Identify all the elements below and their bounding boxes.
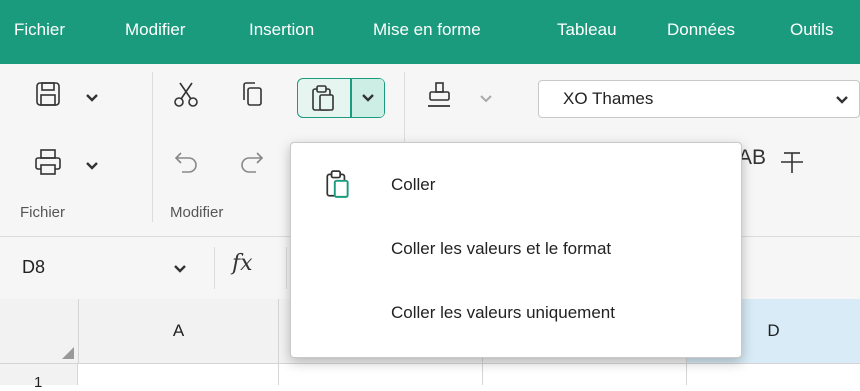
paste-icon: [323, 169, 353, 201]
save-options-chevron-icon[interactable]: [85, 91, 99, 105]
menu-item-paste-values-only[interactable]: Coller les valeurs uniquement: [291, 283, 741, 343]
menu-modifier[interactable]: Modifier: [125, 18, 185, 42]
row-header[interactable]: 1: [0, 364, 78, 391]
chevron-down-icon: [361, 91, 375, 105]
save-icon[interactable]: [34, 80, 62, 108]
redo-icon[interactable]: [238, 148, 266, 176]
menu-item-label: Coller: [391, 175, 436, 194]
paste-split-button[interactable]: [297, 78, 385, 118]
menu-outils[interactable]: Outils: [790, 18, 833, 42]
menu-item-paste[interactable]: Coller: [291, 155, 741, 215]
group-label-fichier: Fichier: [20, 204, 66, 221]
undo-icon[interactable]: [172, 148, 200, 176]
chevron-down-icon: [835, 93, 849, 107]
paste-icon[interactable]: [309, 84, 337, 112]
strikethrough-icon[interactable]: [778, 148, 806, 176]
font-name-value: XO Thames: [563, 89, 654, 108]
menu-tableau[interactable]: Tableau: [557, 18, 617, 42]
menu-fichier[interactable]: Fichier: [14, 18, 65, 42]
group-label-modifier: Modifier: [170, 204, 224, 221]
format-painter-icon[interactable]: [425, 80, 453, 108]
cell-reference-chevron-icon[interactable]: [173, 262, 187, 276]
column-gridline: [686, 364, 687, 385]
select-all-corner[interactable]: [0, 299, 78, 363]
print-options-chevron-icon[interactable]: [85, 159, 99, 173]
cut-icon[interactable]: [172, 80, 200, 108]
menu-mise-en-forme[interactable]: Mise en forme: [373, 18, 481, 42]
grid-body: 1: [0, 364, 860, 391]
column-header-a[interactable]: A: [78, 299, 278, 363]
menu-donnees[interactable]: Données: [667, 18, 735, 42]
separator: [152, 72, 153, 222]
format-painter-chevron-icon[interactable]: [479, 92, 493, 106]
row-number: 1: [34, 374, 43, 391]
paste-options-toggle[interactable]: [352, 79, 384, 117]
menu-item-paste-values-and-format[interactable]: Coller les valeurs et le format: [291, 219, 741, 279]
separator: [214, 247, 215, 289]
menu-item-label: Coller les valeurs et le format: [391, 239, 612, 258]
menu-bar: Fichier Modifier Insertion Mise en forme…: [0, 0, 860, 64]
function-icon[interactable]: fx: [232, 251, 253, 276]
menu-item-label: Coller les valeurs uniquement: [391, 303, 615, 322]
column-gridline: [482, 364, 483, 385]
copy-icon[interactable]: [238, 80, 266, 108]
font-name-select[interactable]: XO Thames: [538, 80, 860, 118]
text-case-ab[interactable]: AB: [738, 146, 766, 170]
menu-insertion[interactable]: Insertion: [249, 18, 314, 42]
cell-reference[interactable]: D8: [22, 257, 45, 278]
print-icon[interactable]: [34, 148, 62, 176]
paste-options-menu: Coller Coller les valeurs et le format C…: [290, 142, 742, 358]
column-gridline: [278, 364, 279, 385]
separator: [286, 247, 287, 289]
